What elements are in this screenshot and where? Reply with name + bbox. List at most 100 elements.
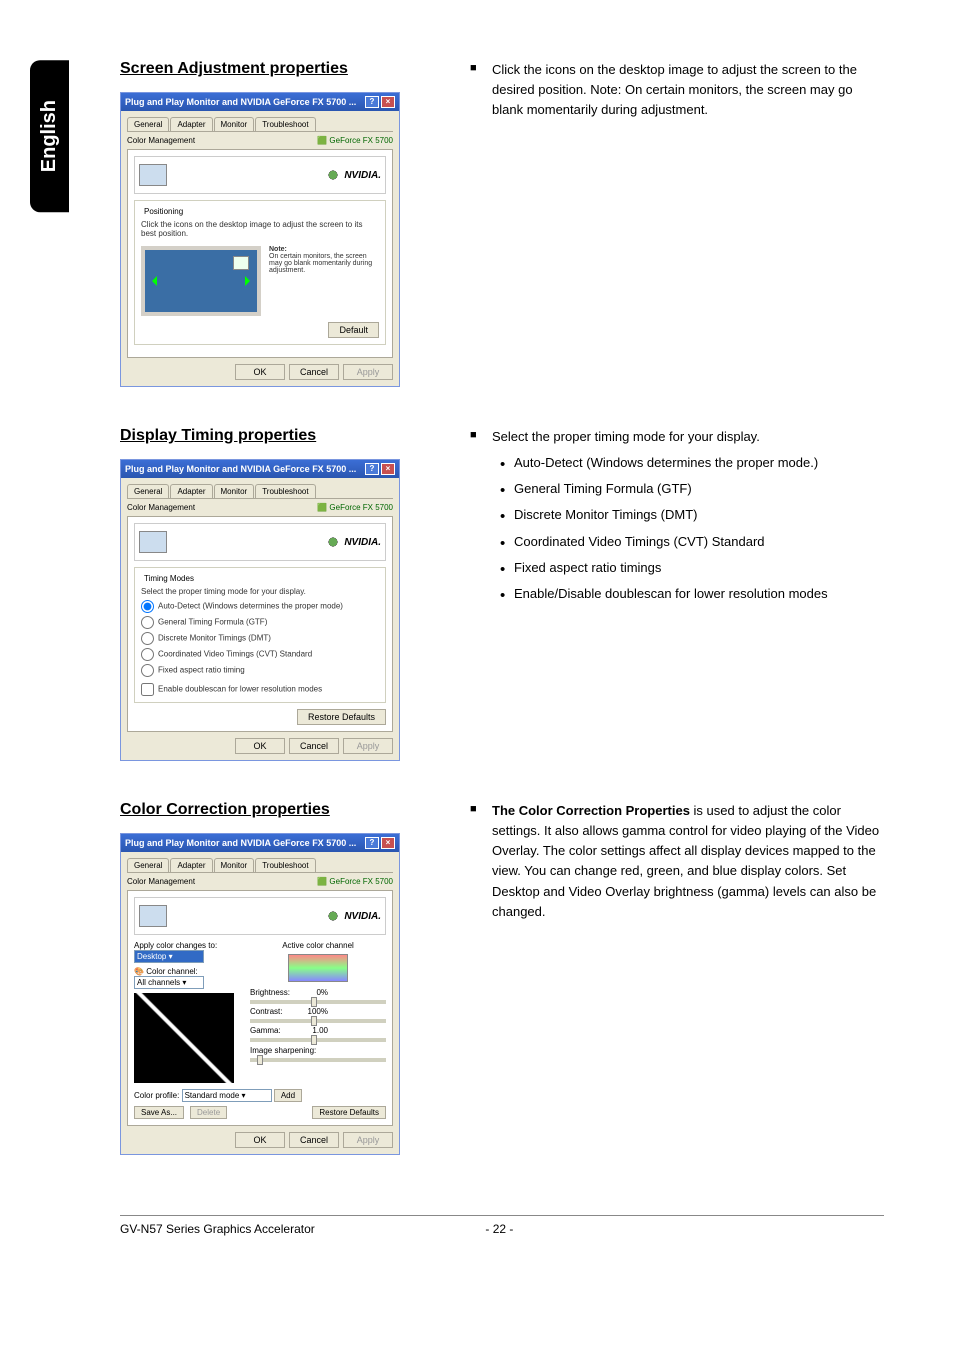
tab-monitor[interactable]: Monitor (214, 484, 255, 498)
sharpen-slider[interactable] (250, 1058, 386, 1062)
note-title: Note: (269, 246, 287, 253)
nvidia-logo: NVIDIA. (324, 537, 381, 548)
side-tab: English (30, 60, 69, 212)
curve-preview (134, 993, 234, 1083)
timing-sub: Coordinated Video Timings (CVT) Standard (492, 532, 884, 552)
color-mgmt-label: Color Management (127, 136, 195, 145)
radio-dmt[interactable]: Discrete Monitor Timings (DMT) (141, 632, 379, 645)
tab-monitor[interactable]: Monitor (214, 858, 255, 872)
tab-troubleshoot[interactable]: Troubleshoot (255, 484, 315, 498)
cancel-button[interactable]: Cancel (289, 364, 339, 380)
apply-button: Apply (343, 1132, 393, 1148)
restore-defaults-button[interactable]: Restore Defaults (297, 709, 386, 725)
desktop-icon[interactable] (233, 256, 249, 270)
brightness-val: 0% (304, 988, 328, 997)
screen-adjust-heading: Screen Adjustment properties (120, 60, 430, 78)
preview-swatch (288, 954, 348, 982)
dialog-title: Plug and Play Monitor and NVIDIA GeForce… (125, 838, 356, 848)
note-body: On certain monitors, the screen may go b… (269, 253, 372, 274)
default-button[interactable]: Default (328, 322, 379, 338)
brightness-label: Brightness: (250, 988, 300, 997)
tab-adapter[interactable]: Adapter (170, 117, 212, 131)
arrow-right-icon[interactable] (245, 276, 255, 286)
apply-changes-label: Apply color changes to: (134, 941, 244, 950)
gamma-val: 1.00 (304, 1026, 328, 1035)
tab-monitor[interactable]: Monitor (214, 117, 255, 131)
apply-button: Apply (343, 364, 393, 380)
radio-gtf[interactable]: General Timing Formula (GTF) (141, 616, 379, 629)
contrast-slider[interactable] (250, 1019, 386, 1023)
radio-autodetect[interactable]: Auto-Detect (Windows determines the prop… (141, 600, 379, 613)
gf-label: 🟩 GeForce FX 5700 (317, 136, 393, 145)
radio-cvt[interactable]: Coordinated Video Timings (CVT) Standard (141, 648, 379, 661)
nvidia-logo: NVIDIA. (324, 170, 381, 181)
close-icon[interactable]: × (381, 837, 395, 849)
tab-general[interactable]: General (127, 858, 169, 872)
timing-group-desc: Select the proper timing mode for your d… (141, 587, 379, 596)
help-icon[interactable]: ? (365, 837, 379, 849)
active-label: Active color channel (250, 941, 386, 950)
thumb-icon (139, 531, 167, 553)
contrast-val: 100% (304, 1007, 328, 1016)
ok-button[interactable]: OK (235, 738, 285, 754)
positioning-desc: Click the icons on the desktop image to … (141, 220, 379, 238)
tab-general[interactable]: General (127, 117, 169, 131)
radio-fixed[interactable]: Fixed aspect ratio timing (141, 664, 379, 677)
monitor-preview[interactable] (141, 246, 261, 316)
tab-general[interactable]: General (127, 484, 169, 498)
help-icon[interactable]: ? (365, 463, 379, 475)
timing-bullet: Select the proper timing mode for your d… (470, 427, 884, 604)
brightness-slider[interactable] (250, 1000, 386, 1004)
dialog-title: Plug and Play Monitor and NVIDIA GeForce… (125, 97, 356, 107)
color-mgmt-label: Color Management (127, 503, 195, 512)
gf-label: 🟩 GeForce FX 5700 (317, 503, 393, 512)
apply-button: Apply (343, 738, 393, 754)
add-button[interactable]: Add (274, 1089, 302, 1102)
color-bullet: The Color Correction Properties is used … (470, 801, 884, 922)
color-heading: Color Correction properties (120, 801, 430, 819)
profile-label: Color profile: (134, 1091, 179, 1100)
thumb-icon (139, 164, 167, 186)
close-icon[interactable]: × (381, 96, 395, 108)
nvidia-logo: NVIDIA. (324, 911, 381, 922)
footer-left: GV-N57 Series Graphics Accelerator (120, 1222, 315, 1236)
screen-adjust-dialog: Plug and Play Monitor and NVIDIA GeForce… (120, 92, 400, 387)
close-icon[interactable]: × (381, 463, 395, 475)
restore-button[interactable]: Restore Defaults (312, 1106, 386, 1119)
tab-troubleshoot[interactable]: Troubleshoot (255, 858, 315, 872)
cancel-button[interactable]: Cancel (289, 738, 339, 754)
ok-button[interactable]: OK (235, 364, 285, 380)
channel-label: 🎨 Color channel: (134, 967, 244, 976)
arrow-left-icon[interactable] (147, 276, 157, 286)
thumb-icon (139, 905, 167, 927)
timing-group: Timing Modes (141, 574, 197, 583)
profile-select[interactable]: Standard mode ▾ (182, 1089, 272, 1102)
ok-button[interactable]: OK (235, 1132, 285, 1148)
cancel-button[interactable]: Cancel (289, 1132, 339, 1148)
delete-button: Delete (190, 1106, 227, 1119)
tab-adapter[interactable]: Adapter (170, 858, 212, 872)
saveas-button[interactable]: Save As... (134, 1106, 184, 1119)
timing-sub: General Timing Formula (GTF) (492, 479, 884, 499)
color-mgmt-label: Color Management (127, 877, 195, 886)
tab-troubleshoot[interactable]: Troubleshoot (255, 117, 315, 131)
apply-changes-select[interactable]: Desktop ▾ (134, 950, 204, 963)
timing-sub: Enable/Disable doublescan for lower reso… (492, 584, 884, 604)
positioning-group: Positioning (141, 207, 186, 216)
footer-page: - 22 - (485, 1222, 513, 1236)
gamma-slider[interactable] (250, 1038, 386, 1042)
dialog-title: Plug and Play Monitor and NVIDIA GeForce… (125, 464, 356, 474)
timing-sub: Fixed aspect ratio timings (492, 558, 884, 578)
help-icon[interactable]: ? (365, 96, 379, 108)
screen-bullet: Click the icons on the desktop image to … (470, 60, 884, 120)
tab-adapter[interactable]: Adapter (170, 484, 212, 498)
gamma-label: Gamma: (250, 1026, 300, 1035)
timing-heading: Display Timing properties (120, 427, 430, 445)
channel-select[interactable]: All channels ▾ (134, 976, 204, 989)
color-dialog: Plug and Play Monitor and NVIDIA GeForce… (120, 833, 400, 1155)
contrast-label: Contrast: (250, 1007, 300, 1016)
doublescan-check[interactable]: Enable doublescan for lower resolution m… (141, 683, 379, 696)
sharpen-label: Image sharpening: (250, 1046, 386, 1055)
timing-sub: Discrete Monitor Timings (DMT) (492, 505, 884, 525)
timing-sub: Auto-Detect (Windows determines the prop… (492, 453, 884, 473)
